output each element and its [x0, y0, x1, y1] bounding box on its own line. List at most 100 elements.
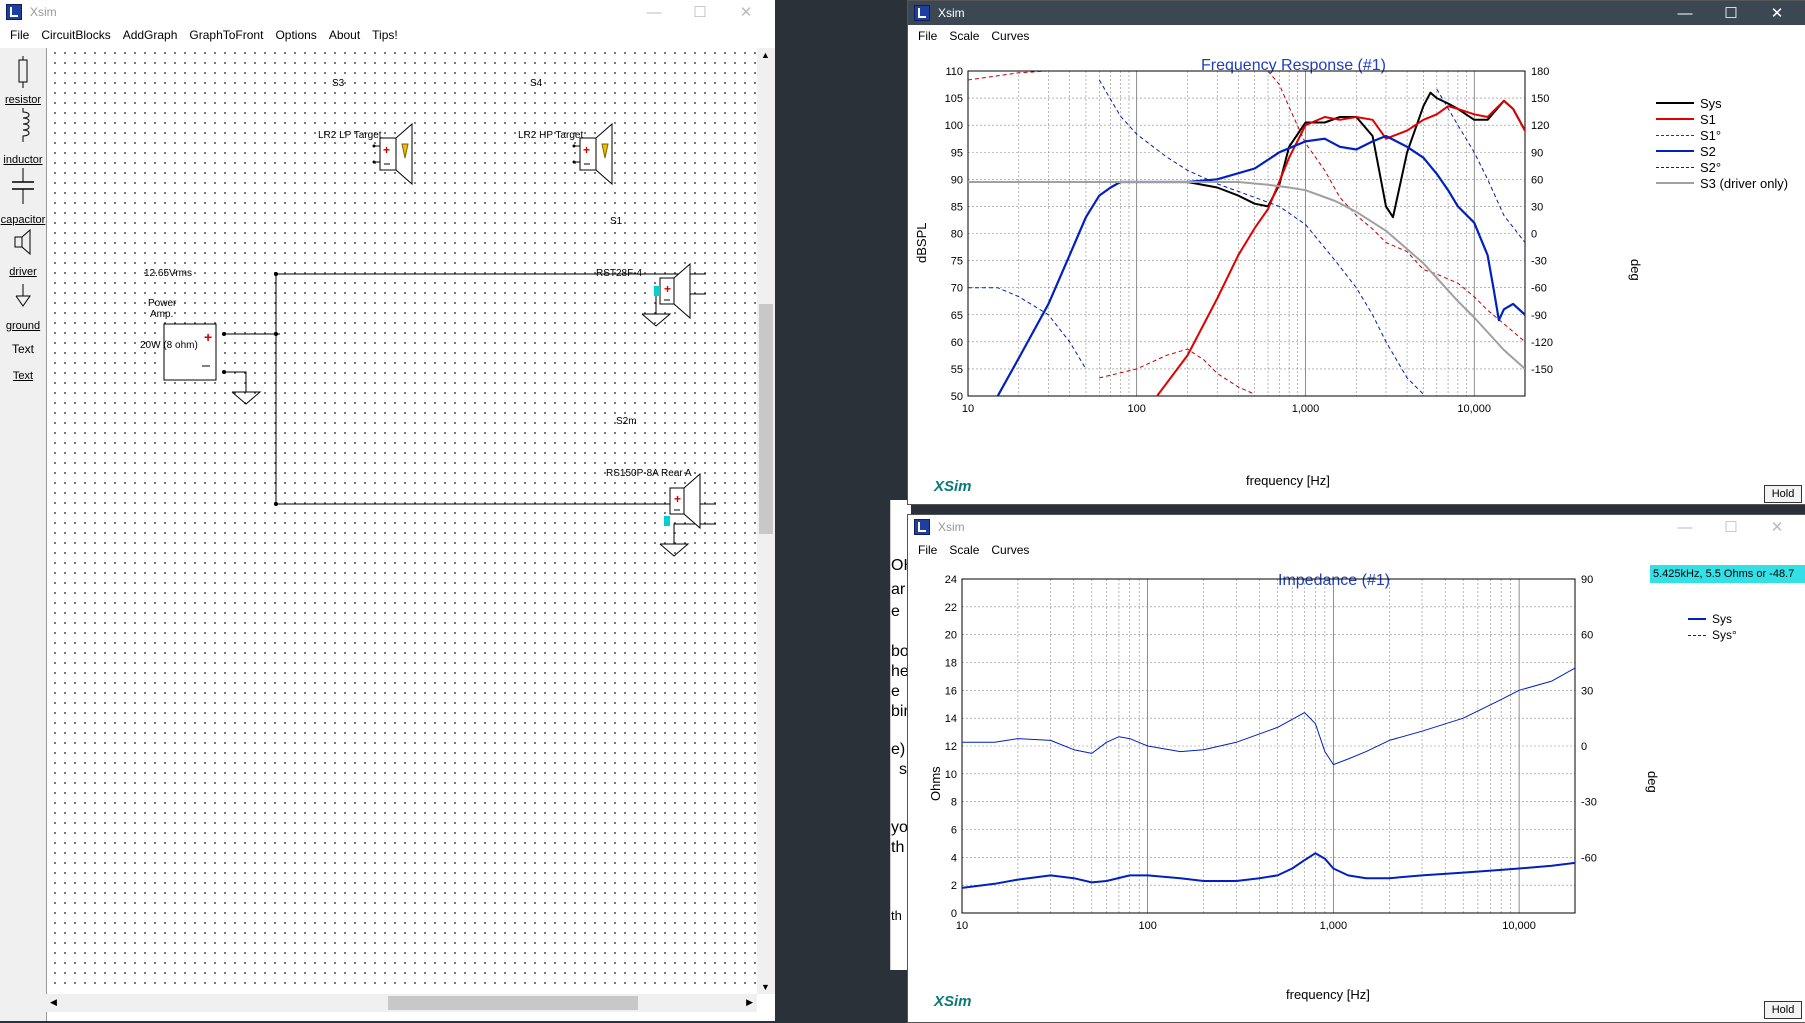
- s3-name: S3: [332, 78, 345, 89]
- imp-minimize-button[interactable]: —: [1662, 519, 1708, 536]
- junction-dots: [222, 272, 278, 506]
- s2m-driver-symbol[interactable]: +: [664, 472, 701, 530]
- close-button[interactable]: ✕: [723, 3, 769, 21]
- power-amp-symbol[interactable]: +: [163, 323, 217, 381]
- vertical-scrollbar[interactable]: ▲ ▼: [757, 48, 775, 994]
- schematic-canvas[interactable]: + + + + + S3 LR2 LP Target S4 LR2 HP Tar…: [50, 48, 775, 992]
- s4-name: S4: [530, 78, 543, 89]
- minimize-button[interactable]: —: [631, 4, 677, 21]
- fr-window: Xsim — ☐ ✕ File Scale Curves Frequency R…: [907, 0, 1805, 505]
- tool-inductor[interactable]: inductor: [0, 154, 46, 166]
- scroll-up-arrow[interactable]: ▲: [761, 50, 770, 60]
- y-tick-label: 75: [951, 256, 963, 268]
- main-menubar: File CircuitBlocks AddGraph GraphToFront…: [0, 24, 775, 46]
- scroll-right-arrow[interactable]: ▶: [746, 997, 753, 1008]
- fr-legend-item[interactable]: S3 (driver only): [1656, 175, 1788, 191]
- y-tick-label: 70: [951, 283, 963, 295]
- s1-desc: RST28F-4: [596, 268, 643, 279]
- menu-addgraph[interactable]: AddGraph: [117, 28, 184, 42]
- fr-menu-curves[interactable]: Curves: [985, 29, 1035, 43]
- imp-titlebar: Xsim — ☐ ✕: [908, 515, 1805, 539]
- y-tick-label: 18: [945, 658, 957, 670]
- fr-legend-item[interactable]: S1°: [1656, 127, 1788, 143]
- y-tick-label: 110: [945, 66, 963, 78]
- imp-menu-scale[interactable]: Scale: [943, 543, 985, 557]
- resistor-icon[interactable]: [16, 56, 30, 88]
- scroll-down-arrow[interactable]: ▼: [761, 982, 770, 992]
- bg-fragment: th: [891, 839, 905, 856]
- y2-tick-label: -120: [1531, 337, 1553, 349]
- imp-hold-button[interactable]: Hold: [1764, 1001, 1802, 1019]
- y-tick-label: 14: [945, 713, 957, 725]
- y-tick-label: 20: [945, 630, 957, 642]
- menu-file[interactable]: File: [4, 28, 35, 42]
- ground-icon[interactable]: [13, 284, 33, 310]
- horizontal-scroll-thumb[interactable]: [388, 996, 638, 1010]
- scroll-left-arrow[interactable]: ◀: [50, 997, 57, 1008]
- fr-hold-button[interactable]: Hold: [1764, 485, 1802, 503]
- x-tick-label: 1,000: [1292, 403, 1320, 415]
- tool-resistor[interactable]: resistor: [0, 94, 46, 106]
- imp-menu-curves[interactable]: Curves: [985, 543, 1035, 557]
- capacitor-icon[interactable]: [10, 168, 36, 204]
- inductor-icon[interactable]: [14, 108, 32, 142]
- main-window-title: Xsim: [30, 5, 57, 19]
- y-tick-label: 22: [945, 602, 957, 614]
- y2-tick-label: 150: [1531, 93, 1549, 105]
- fr-maximize-button[interactable]: ☐: [1708, 4, 1754, 22]
- x-tick-label: 100: [1139, 920, 1157, 932]
- bg-fragment: ar: [891, 581, 906, 598]
- imp-legend-item[interactable]: Sys: [1688, 611, 1737, 627]
- x-tick-label: 10: [962, 403, 974, 415]
- menu-about[interactable]: About: [323, 28, 366, 42]
- fr-legend-item[interactable]: S2: [1656, 143, 1788, 159]
- driver-icon[interactable]: [13, 228, 33, 256]
- fr-menu-scale[interactable]: Scale: [943, 29, 985, 43]
- bg-fragment: e: [891, 603, 900, 620]
- s2m-name: S2m: [616, 416, 637, 427]
- series-line-sys: [962, 852, 1575, 889]
- series-line-s1: [1155, 99, 1525, 396]
- fr-legend-item[interactable]: S2°: [1656, 159, 1788, 175]
- fr-legend: Sys S1 S1° S2 S2° S3 (driver only): [1656, 95, 1788, 191]
- svg-text:+: +: [383, 143, 390, 157]
- maximize-button[interactable]: ☐: [677, 3, 723, 21]
- y-tick-label: 65: [951, 310, 963, 322]
- y2-tick-label: -150: [1531, 364, 1553, 376]
- imp-menu-file[interactable]: File: [912, 543, 943, 557]
- menu-circuitblocks[interactable]: CircuitBlocks: [35, 28, 116, 42]
- imp-chart[interactable]: 024681012141618202224-60-30030609010 100 1…: [908, 575, 1805, 1015]
- vertical-scroll-thumb[interactable]: [759, 304, 773, 534]
- fr-minimize-button[interactable]: —: [1662, 5, 1708, 22]
- tool-ground[interactable]: ground: [0, 320, 46, 332]
- amp-label-amp: Amp.: [150, 309, 174, 320]
- y2-tick-label: 90: [1531, 147, 1543, 159]
- s1-driver-symbol[interactable]: +: [654, 262, 691, 320]
- fr-legend-item[interactable]: S1: [1656, 111, 1788, 127]
- y2-tick-label: -90: [1531, 310, 1547, 322]
- y-tick-label: 6: [951, 825, 957, 837]
- menu-options[interactable]: Options: [269, 28, 322, 42]
- tool-capacitor[interactable]: capacitor: [0, 214, 46, 226]
- tool-driver[interactable]: driver: [0, 266, 46, 278]
- imp-legend-item[interactable]: Sys°: [1688, 627, 1737, 643]
- x-tick-label: 10,000: [1457, 403, 1491, 415]
- horizontal-scrollbar[interactable]: ◀ ▶: [46, 994, 757, 1012]
- text-icon[interactable]: Text: [0, 342, 46, 356]
- fr-ylabel-rot: dBSPL: [914, 222, 929, 263]
- fr-close-button[interactable]: ✕: [1754, 4, 1800, 22]
- y2-tick-label: -30: [1581, 797, 1597, 809]
- fr-legend-item[interactable]: Sys: [1656, 95, 1788, 111]
- y-tick-label: 24: [945, 575, 957, 586]
- imp-maximize-button[interactable]: ☐: [1708, 518, 1754, 536]
- y-tick-label: 4: [951, 852, 957, 864]
- menu-tips[interactable]: Tips!: [366, 28, 404, 42]
- bg-fragment: th: [891, 908, 902, 923]
- menu-graphtofront[interactable]: GraphToFront: [183, 28, 269, 42]
- series-line-s1: [968, 71, 1525, 395]
- imp-close-button[interactable]: ✕: [1754, 518, 1800, 536]
- fr-menu-file[interactable]: File: [912, 29, 943, 43]
- y2-tick-label: 120: [1531, 120, 1549, 132]
- svg-text:+: +: [583, 143, 590, 157]
- tool-text[interactable]: Text: [0, 370, 46, 382]
